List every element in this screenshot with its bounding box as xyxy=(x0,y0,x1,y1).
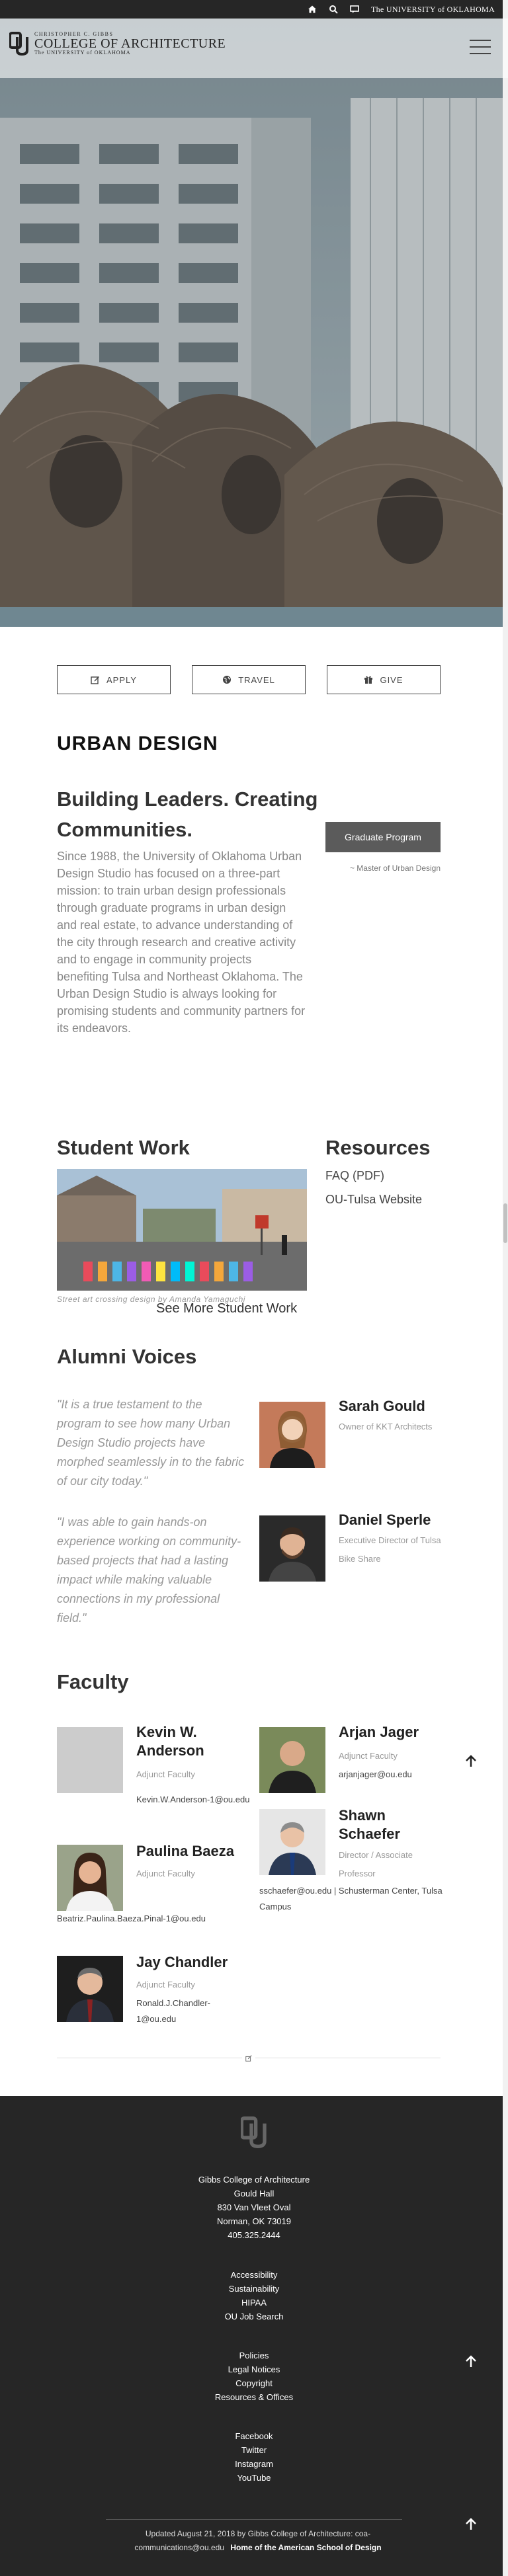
student-work-image[interactable] xyxy=(57,1169,307,1291)
faculty-email-link[interactable]: Ronald.J.Chandler-1@ou.edu xyxy=(136,1995,216,2027)
faculty-heading: Faculty xyxy=(57,1670,129,1693)
resources-heading: Resources xyxy=(325,1136,431,1159)
travel-label: TRAVEL xyxy=(238,674,275,685)
footer-link-legal-notices[interactable]: Legal Notices xyxy=(0,2362,508,2376)
give-label: GIVE xyxy=(380,674,403,685)
intro-body: Since 1988, the University of Oklahoma U… xyxy=(57,850,306,1035)
graduate-program-button[interactable]: Graduate Program xyxy=(325,822,441,852)
alumni-name: Daniel Sperle xyxy=(339,1511,431,1528)
intro-heading: Building Leaders. Creating Communities. xyxy=(57,787,318,841)
program-subtitle: ~ Master of Urban Design xyxy=(349,864,441,873)
faculty-role: Adjunct Faculty xyxy=(136,1980,195,1990)
faculty-name: Arjan Jager xyxy=(339,1724,419,1740)
faculty-email-link[interactable]: arjanjager@ou.edu xyxy=(339,1767,412,1783)
footer-address-line: Gould Hall xyxy=(233,2189,275,2198)
apply-button[interactable]: APPLY xyxy=(57,665,171,694)
site-footer: Gibbs College of Architecture Gould Hall… xyxy=(0,2096,508,2576)
footer-updated-text: Updated August 21, 2018 by Gibbs College… xyxy=(119,2527,397,2555)
divider-pencil-icon xyxy=(242,2052,255,2065)
faculty-photo xyxy=(259,1727,325,1793)
student-work-heading: Student Work xyxy=(57,1136,190,1159)
alumni-role: Executive Director of Tulsa Bike Share xyxy=(339,1535,441,1564)
footer-phone[interactable]: 405.325.2444 xyxy=(0,2228,508,2242)
alumni-name: Sarah Gould xyxy=(339,1398,425,1414)
gift-icon xyxy=(364,676,373,684)
footer-address-line: Norman, OK 73019 xyxy=(216,2216,291,2226)
footer-address-line: Gibbs College of Architecture xyxy=(198,2175,310,2185)
faculty-name: Shawn Schaefer xyxy=(339,1807,400,1842)
give-button[interactable]: GIVE xyxy=(327,665,441,694)
back-to-top-icon[interactable] xyxy=(463,1753,479,1769)
footer-link-instagram[interactable]: Instagram xyxy=(0,2457,508,2471)
footer-link-copyright[interactable]: Copyright xyxy=(0,2376,508,2390)
globe-icon xyxy=(223,676,232,684)
travel-button[interactable]: TRAVEL xyxy=(192,665,306,694)
see-more-student-work-link[interactable]: See More Student Work xyxy=(156,1301,297,1316)
site-header: CHRISTOPHER C. GIBBS COLLEGE OF ARCHITEC… xyxy=(0,19,508,78)
ou-footer-logo-icon xyxy=(241,2116,267,2149)
footer-tagline: Home of the American School of Design xyxy=(230,2543,382,2552)
alumni-voices-heading: Alumni Voices xyxy=(57,1345,197,1368)
faculty-role: Director / Associate Professor xyxy=(339,1850,413,1878)
footer-link-accessibility[interactable]: Accessibility xyxy=(0,2268,508,2282)
ou-logo-icon xyxy=(9,32,28,56)
hamburger-menu-icon[interactable] xyxy=(470,40,491,54)
faculty-email-link[interactable]: sschaefer@ou.edu | Schusterman Center, T… xyxy=(259,1883,451,1915)
daniel-sperle-photo xyxy=(259,1515,325,1582)
faculty-role: Adjunct Faculty xyxy=(339,1751,398,1761)
faculty-email-link[interactable]: Beatriz.Paulina.Baeza.Pinal-1@ou.edu xyxy=(57,1911,206,1927)
back-to-top-icon[interactable] xyxy=(463,2516,479,2532)
alumni-quote: "I was able to gain hands-on experience … xyxy=(57,1515,241,1625)
hero-image xyxy=(0,19,508,627)
page-title: URBAN DESIGN xyxy=(57,733,218,754)
footer-link-resources-offices[interactable]: Resources & Offices xyxy=(0,2390,508,2404)
faculty-role: Adjunct Faculty xyxy=(136,1869,195,1878)
university-link[interactable]: The UNIVERSITY of OKLAHOMA xyxy=(371,5,495,15)
chat-icon[interactable] xyxy=(350,5,359,14)
footer-link-facebook[interactable]: Facebook xyxy=(0,2429,508,2443)
alumni-quote: "It is a true testament to the program t… xyxy=(57,1398,245,1488)
footer-link-twitter[interactable]: Twitter xyxy=(0,2443,508,2457)
college-logo[interactable]: CHRISTOPHER C. GIBBS COLLEGE OF ARCHITEC… xyxy=(9,30,226,57)
faculty-photo-placeholder xyxy=(57,1727,123,1793)
home-icon[interactable] xyxy=(308,5,317,14)
top-utility-bar: The UNIVERSITY of OKLAHOMA xyxy=(0,0,508,19)
scrollbar-thumb[interactable] xyxy=(503,1203,507,1243)
footer-link-youtube[interactable]: YouTube xyxy=(0,2471,508,2485)
footer-divider xyxy=(106,2519,402,2520)
action-buttons: APPLY TRAVEL GIVE xyxy=(57,665,441,694)
faculty-photo xyxy=(57,1845,123,1911)
logo-line-2: COLLEGE OF ARCHITECTURE xyxy=(34,36,226,51)
footer-link-hipaa[interactable]: HIPAA xyxy=(0,2296,508,2310)
faculty-name: Kevin W. Anderson xyxy=(136,1724,204,1759)
back-to-top-icon[interactable] xyxy=(463,2354,479,2370)
apply-label: APPLY xyxy=(106,674,137,685)
footer-link-policies[interactable]: Policies xyxy=(0,2349,508,2362)
search-icon[interactable] xyxy=(329,5,338,14)
page-scrollbar[interactable] xyxy=(503,0,508,2576)
sarah-gould-photo xyxy=(259,1402,325,1468)
faculty-photo xyxy=(259,1809,325,1875)
edit-icon xyxy=(91,676,100,684)
footer-link-ou-job-search[interactable]: OU Job Search xyxy=(0,2310,508,2323)
ou-tulsa-website-link[interactable]: OU-Tulsa Website xyxy=(325,1193,422,1207)
faq-pdf-link[interactable]: FAQ (PDF) xyxy=(325,1169,384,1183)
logo-line-3: The UNIVERSITY of OKLAHOMA xyxy=(34,50,131,56)
footer-address-line: 830 Van Vleet Oval xyxy=(217,2202,291,2212)
footer-link-sustainability[interactable]: Sustainability xyxy=(0,2282,508,2296)
faculty-role: Adjunct Faculty xyxy=(136,1769,195,1779)
faculty-email-link[interactable]: Kevin.W.Anderson-1@ou.edu xyxy=(57,1792,255,1808)
hero-stripe xyxy=(0,607,508,627)
alumni-role: Owner of KKT Architects xyxy=(339,1422,433,1431)
faculty-name: Jay Chandler xyxy=(136,1954,228,1970)
faculty-name: Paulina Baeza xyxy=(136,1843,234,1859)
faculty-photo xyxy=(57,1956,123,2022)
